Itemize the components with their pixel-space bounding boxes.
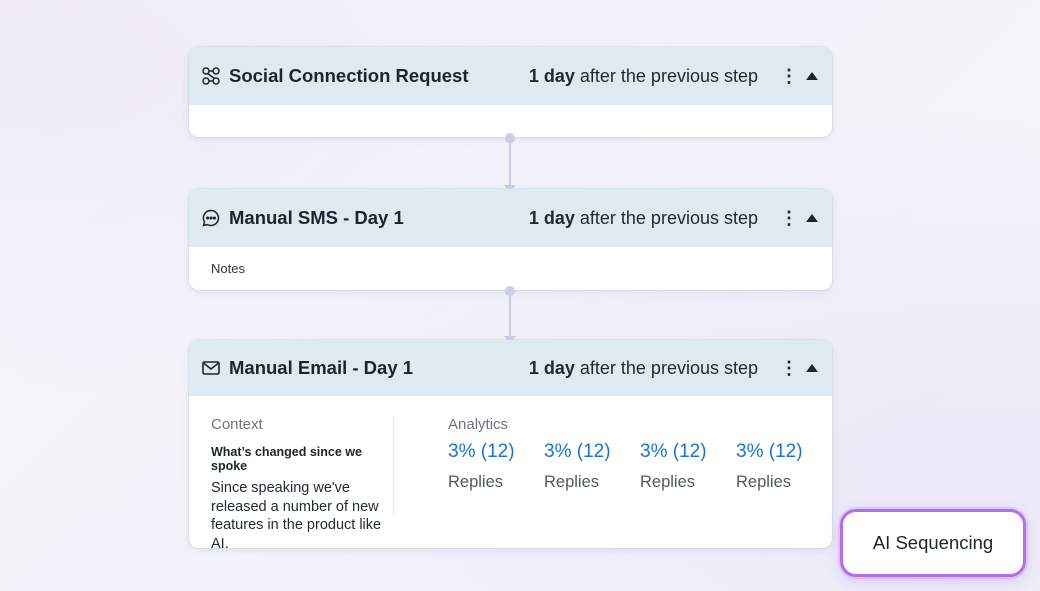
metric-label: Replies [448,473,504,491]
metric-label: Replies [544,473,600,491]
timing-days: 1 day [528,65,575,86]
step-card-manual-email: Manual Email - Day 1 1 day after the pre… [189,340,832,548]
connector-dot [505,133,515,143]
analytics-metrics: 3% (12) Replies 3% (12) Replies 3% (12) … [448,441,832,492]
metric-replies[interactable]: 3% (12) Replies [736,441,832,492]
timing-days: 1 day [528,207,575,228]
step-timing: 1 day after the previous step [529,358,758,379]
step-connector [504,133,516,193]
step-card-social-connection: Social Connection Request 1 day after th… [189,47,832,137]
step-card-manual-sms: Manual SMS - Day 1 1 day after the previ… [189,189,832,290]
social-connection-icon [201,66,221,86]
timing-text: after the previous step [574,65,758,86]
context-label: Context [211,416,263,433]
chat-bubble-icon [201,208,221,228]
context-section: Context What’s changed since we spoke Si… [211,416,394,548]
timing-text: after the previous step [574,357,758,378]
step-header[interactable]: Manual Email - Day 1 1 day after the pre… [189,340,832,396]
context-heading: What’s changed since we spoke [211,445,362,473]
collapse-caret-icon[interactable] [806,364,818,372]
collapse-caret-icon[interactable] [806,214,818,222]
timing-text: after the previous step [574,207,758,228]
metric-replies[interactable]: 3% (12) Replies [544,441,640,492]
step-title-wrap: Social Connection Request [201,65,529,87]
step-title: Manual Email - Day 1 [229,357,414,378]
more-options-icon[interactable]: ⋮ [780,67,798,85]
step-title-wrap: Manual Email - Day 1 [201,357,529,379]
more-options-icon[interactable]: ⋮ [780,359,798,377]
notes-label: Notes [211,261,245,276]
metric-replies[interactable]: 3% (12) Replies [640,441,736,492]
metric-value: 3% (12) [544,441,611,462]
envelope-icon [201,358,221,378]
step-header[interactable]: Social Connection Request 1 day after th… [189,47,832,105]
step-title: Manual SMS - Day 1 [229,207,404,228]
step-timing: 1 day after the previous step [529,208,758,229]
metric-value: 3% (12) [448,441,515,462]
analytics-label: Analytics [448,416,509,433]
connector-dot [505,286,515,296]
more-options-icon[interactable]: ⋮ [780,209,798,227]
analytics-section: Analytics 3% (12) Replies 3% (12) Replie… [394,416,832,516]
metric-replies[interactable]: 3% (12) Replies [448,441,544,492]
metric-value: 3% (12) [640,441,707,462]
step-title-wrap: Manual SMS - Day 1 [201,207,529,229]
step-title: Social Connection Request [229,65,469,86]
step-timing: 1 day after the previous step [529,66,758,87]
collapse-caret-icon[interactable] [806,72,818,80]
step-connector [504,286,516,344]
metric-label: Replies [736,473,792,491]
ai-sequencing-badge[interactable]: AI Sequencing [840,509,1026,577]
metric-value: 3% (12) [736,441,803,462]
context-text: Since speaking we've released a number o… [211,480,382,548]
email-step-body: Context What’s changed since we spoke Si… [189,396,832,548]
metric-label: Replies [640,473,696,491]
timing-days: 1 day [528,357,575,378]
step-header[interactable]: Manual SMS - Day 1 1 day after the previ… [189,189,832,247]
